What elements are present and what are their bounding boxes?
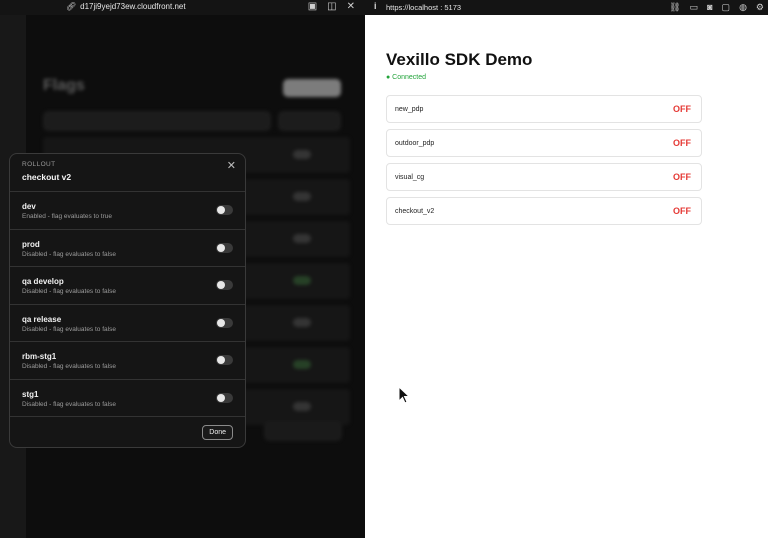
flag-card-visual-cg: visual_cg OFF (386, 163, 702, 191)
flag-card-outdoor-pdp: outdoor_pdp OFF (386, 129, 702, 157)
environment-toggle[interactable] (216, 280, 233, 290)
background-filter-select (278, 111, 341, 131)
flag-card-new-pdp: new_pdp OFF (386, 95, 702, 123)
modal-header: ROLLOUT checkout v2 ✕ (10, 154, 245, 192)
left-browser-window: 🔗︎ d17ji9yejd73ew.cloudfront.net ▣ ◫ ✕ F… (0, 0, 365, 538)
right-url-text[interactable]: https://localhost : 5173 (386, 3, 461, 12)
modal-title: checkout v2 (22, 172, 72, 182)
close-icon[interactable]: ✕ (227, 159, 236, 172)
environment-name: dev (22, 202, 36, 211)
done-button[interactable]: Done (202, 425, 233, 440)
environment-description: Disabled - flag evaluates to false (22, 400, 116, 408)
flag-name: visual_cg (395, 174, 425, 181)
environment-description: Disabled - flag evaluates to false (22, 363, 116, 370)
background-new-flag-button (283, 79, 341, 97)
environment-row-dev: dev Enabled - flag evaluates to true (10, 192, 245, 230)
flag-value: OFF (673, 206, 691, 216)
page-title: Vexillo SDK Demo (386, 50, 533, 69)
environment-description: Disabled - flag evaluates to false (22, 250, 116, 258)
background-page-title: Flags (43, 77, 85, 94)
flag-value: OFF (673, 172, 691, 182)
flag-name: checkout_v2 (395, 208, 435, 215)
environment-row-qa-develop: qa develop Disabled - flag evaluates to … (10, 267, 245, 305)
environment-row-prod: prod Disabled - flag evaluates to false (10, 230, 245, 267)
environment-toggle[interactable] (216, 317, 233, 328)
link-icon[interactable]: ⛓︎ (669, 1, 680, 13)
connection-status: ● Connected (386, 74, 427, 81)
status-pill (293, 276, 311, 285)
environment-toggle[interactable] (216, 242, 233, 253)
rollout-modal: ROLLOUT checkout v2 ✕ dev Enabled - flag… (9, 153, 246, 448)
status-pill (293, 402, 311, 411)
info-icon[interactable]: i (374, 1, 377, 11)
left-window-controls: ▣ ◫ ✕ (308, 1, 355, 13)
background-search-input (43, 111, 271, 131)
left-url-text: d17ji9yejd73ew.cloudfront.net (80, 2, 186, 11)
link-icon: 🔗︎ (66, 2, 77, 11)
background-pagination (264, 421, 342, 441)
status-pill (293, 192, 311, 201)
environment-description: Disabled - flag evaluates to false (22, 288, 116, 295)
environment-name: rbm-stg1 (22, 352, 57, 361)
environment-name: prod (22, 239, 40, 249)
mouse-cursor-icon (398, 386, 410, 404)
picture-icon[interactable]: ▭ (690, 1, 699, 13)
environment-name: qa develop (22, 277, 64, 286)
status-pill (293, 360, 311, 369)
environment-toggle[interactable] (216, 355, 233, 365)
flag-name: outdoor_pdp (395, 140, 435, 147)
environment-name: qa release (22, 314, 62, 324)
left-address-bar: 🔗︎ d17ji9yejd73ew.cloudfront.net ▣ ◫ ✕ (0, 0, 365, 15)
status-pill (293, 150, 311, 159)
flag-card-checkout-v2: checkout_v2 OFF (386, 197, 702, 225)
modal-eyebrow: ROLLOUT (22, 161, 56, 168)
environment-description: Enabled - flag evaluates to true (22, 213, 112, 220)
split-view-icon[interactable]: ◫ (327, 1, 336, 13)
status-pill (293, 234, 311, 243)
globe-icon[interactable]: ◍ (739, 1, 747, 13)
environment-row-qa-release: qa release Disabled - flag evaluates to … (10, 305, 245, 342)
settings-icon[interactable]: ⚙︎ (756, 1, 764, 13)
flag-value: OFF (673, 138, 691, 148)
close-window-icon[interactable]: ✕ (347, 1, 355, 13)
environment-row-stg1: stg1 Disabled - flag evaluates to false (10, 380, 245, 417)
reader-icon[interactable]: ▣ (308, 1, 317, 13)
flag-value: OFF (673, 104, 691, 114)
right-toolbar-icons: ⛓︎ ▭ ◙ ▢ ◍ ⚙︎ (669, 1, 764, 13)
window-icon[interactable]: ▢ (722, 1, 731, 13)
environment-toggle[interactable] (216, 392, 233, 403)
flag-name: new_pdp (395, 106, 424, 113)
environment-description: Disabled - flag evaluates to false (22, 325, 116, 333)
camera-icon[interactable]: ◙ (707, 1, 712, 13)
right-address-bar: i https://localhost : 5173 ⛓︎ ▭ ◙ ▢ ◍ ⚙︎ (365, 0, 768, 15)
modal-footer: Done (10, 417, 245, 447)
environment-toggle[interactable] (216, 205, 233, 215)
right-browser-window: i https://localhost : 5173 ⛓︎ ▭ ◙ ▢ ◍ ⚙︎… (365, 0, 768, 538)
environment-row-rbm-stg1: rbm-stg1 Disabled - flag evaluates to fa… (10, 342, 245, 380)
environment-name: stg1 (22, 389, 39, 399)
left-url[interactable]: 🔗︎ d17ji9yejd73ew.cloudfront.net (66, 2, 186, 11)
status-pill (293, 318, 311, 327)
